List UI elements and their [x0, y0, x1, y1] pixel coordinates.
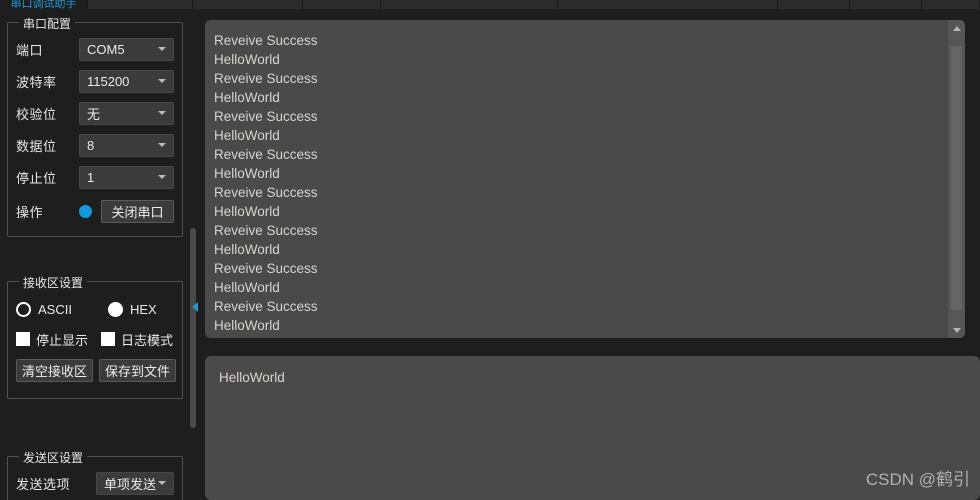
chevron-down-icon [158, 481, 166, 485]
tab-6[interactable] [778, 0, 850, 9]
format-radio-row: ASCII HEX [16, 298, 176, 320]
send-text-value: HelloWorld [219, 370, 285, 385]
display-options-row: 停止显示 日志模式 [16, 328, 176, 350]
receive-line: HelloWorld [214, 318, 280, 333]
combo-stopbits-value: 1 [87, 169, 95, 185]
tab-5[interactable] [558, 0, 778, 9]
receive-line: HelloWorld [214, 52, 280, 67]
combo-baudrate-value: 115200 [87, 73, 130, 89]
sidebar-scrollbar-thumb[interactable] [190, 228, 196, 428]
clear-receive-button[interactable]: 清空接收区 [16, 358, 93, 382]
connection-status-led-icon [79, 204, 92, 218]
save-to-file-button[interactable]: 保存到文件 [99, 358, 176, 382]
sidebar-scrollbar[interactable] [189, 18, 197, 488]
field-row-port: 端口 COM5 [16, 37, 174, 61]
receive-line: Reveive Success [214, 299, 318, 314]
receive-line: Reveive Success [214, 223, 318, 238]
label-databits: 数据位 [16, 138, 57, 154]
receive-line: HelloWorld [214, 242, 280, 257]
radio-ascii-icon [16, 301, 31, 317]
receive-line: HelloWorld [214, 128, 280, 143]
tab-bar: 串口调试助手 [0, 0, 980, 9]
checkbox-log-mode-label: 日志模式 [121, 332, 174, 348]
tab-8[interactable] [922, 0, 980, 9]
tab-1[interactable] [88, 0, 193, 9]
radio-hex[interactable]: HEX [108, 301, 157, 317]
serial-config-title: 串口配置 [19, 15, 76, 32]
receive-line: HelloWorld [214, 90, 280, 105]
receive-line: Reveive Success [214, 109, 318, 124]
receive-line: HelloWorld [214, 280, 280, 295]
chevron-down-icon [158, 47, 166, 51]
send-text-area[interactable]: HelloWorld [205, 356, 980, 500]
field-row-parity: 校验位 无 [16, 101, 174, 125]
serial-debug-assistant-window: 串口调试助手 串口配置 端口 COM5 波特率 115200 校验位 无 数据位… [0, 0, 980, 500]
chevron-down-icon [158, 111, 166, 115]
tab-2[interactable] [193, 0, 303, 9]
combo-send-option-value: 单项发送 [104, 476, 157, 492]
chevron-down-icon [158, 79, 166, 83]
field-row-stopbits: 停止位 1 [16, 165, 174, 189]
label-action: 操作 [16, 204, 44, 220]
checkbox-log-mode-icon [101, 332, 115, 346]
label-stopbits: 停止位 [16, 170, 57, 186]
checkbox-stop-display-label: 停止显示 [36, 332, 89, 348]
receive-text-area[interactable]: Reveive Success HelloWorld Reveive Success… [205, 20, 965, 338]
checkbox-log-mode[interactable]: 日志模式 [101, 330, 173, 349]
radio-ascii[interactable]: ASCII [16, 301, 108, 317]
combo-stopbits[interactable]: 1 [79, 165, 174, 189]
combo-port-value: COM5 [87, 41, 125, 57]
chevron-down-icon [158, 175, 166, 179]
combo-port[interactable]: COM5 [79, 37, 174, 61]
receive-line: Reveive Success [214, 71, 318, 86]
combo-baudrate[interactable]: 115200 [79, 69, 174, 93]
receive-line: HelloWorld [214, 166, 280, 181]
tab-0[interactable]: 串口调试助手 [0, 0, 88, 9]
field-row-send-option: 发送选项 单项发送 [16, 471, 174, 495]
chevron-down-icon [158, 143, 166, 147]
radio-hex-icon [108, 301, 123, 317]
receive-line: Reveive Success [214, 261, 318, 276]
radio-ascii-label: ASCII [38, 301, 72, 317]
label-port: 端口 [16, 42, 44, 58]
label-send-option: 发送选项 [16, 476, 71, 492]
field-row-databits: 数据位 8 [16, 133, 174, 157]
serial-config-group: 串口配置 端口 COM5 波特率 115200 校验位 无 数据位 8 停止位 … [7, 15, 183, 237]
tab-4[interactable] [381, 0, 558, 9]
receive-settings-title: 接收区设置 [19, 274, 88, 291]
close-serial-port-button[interactable]: 关闭串口 [101, 199, 174, 223]
field-row-action: 操作 关闭串口 [16, 199, 174, 223]
scroll-up-arrow-icon[interactable] [948, 20, 965, 36]
combo-databits[interactable]: 8 [79, 133, 174, 157]
receive-lines-container: Reveive Success HelloWorld Reveive Success… [214, 31, 939, 335]
receive-line: HelloWorld [214, 204, 280, 219]
receive-scrollbar-thumb[interactable] [951, 46, 962, 310]
splitter-collapse-arrow-icon[interactable] [192, 302, 198, 312]
tab-3[interactable] [303, 0, 381, 9]
label-parity: 校验位 [16, 106, 57, 122]
radio-hex-label: HEX [130, 301, 157, 317]
tab-7[interactable] [850, 0, 922, 9]
receive-buttons-row: 清空接收区 保存到文件 [16, 358, 176, 382]
checkbox-stop-display-icon [16, 332, 30, 346]
scroll-down-arrow-icon[interactable] [948, 322, 965, 338]
send-settings-title: 发送区设置 [19, 449, 88, 466]
checkbox-stop-display[interactable]: 停止显示 [16, 330, 101, 349]
receive-line: Reveive Success [214, 33, 318, 48]
label-baudrate: 波特率 [16, 74, 57, 90]
receive-line: Reveive Success [214, 185, 318, 200]
field-row-baudrate: 波特率 115200 [16, 69, 174, 93]
combo-send-option[interactable]: 单项发送 [96, 471, 174, 495]
combo-parity[interactable]: 无 [79, 101, 174, 125]
send-settings-group: 发送区设置 发送选项 单项发送 [7, 449, 183, 500]
receive-line: Reveive Success [214, 147, 318, 162]
left-config-sidebar: 串口配置 端口 COM5 波特率 115200 校验位 无 数据位 8 停止位 … [0, 9, 190, 500]
receive-area-scrollbar[interactable] [948, 20, 965, 338]
combo-databits-value: 8 [87, 137, 95, 153]
receive-settings-group: 接收区设置 ASCII HEX 停止显示 日志模式 清空接收区 保存到文件 [7, 274, 183, 399]
combo-parity-value: 无 [87, 106, 101, 122]
